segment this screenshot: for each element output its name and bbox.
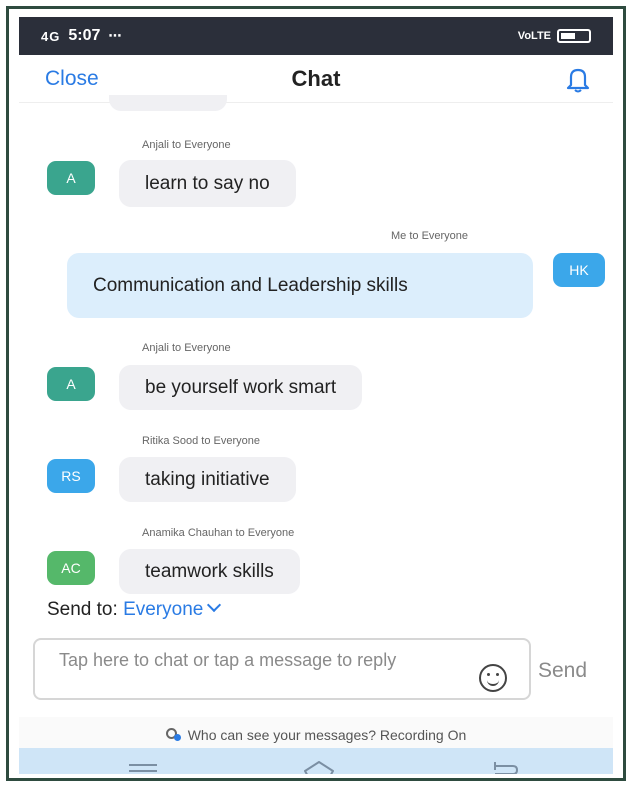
avatar: A [47,161,95,195]
emoji-icon[interactable] [479,664,507,692]
message-bubble[interactable]: Communication and Leadership skills [67,253,533,318]
message-bubble[interactable]: learn to say no [119,160,296,207]
message-sender: Me to Everyone [391,230,469,242]
message-bubble[interactable]: taking initiative [119,457,296,502]
notification-icons: ⋯ [108,28,123,43]
send-to-row: Send to: Everyone [47,597,222,621]
partial-message-bubble[interactable] [109,95,227,111]
message-sender: Ritika Sood to Everyone [142,435,261,447]
volte-icon: VoLTE [517,30,551,42]
menu-icon[interactable] [129,764,157,774]
status-bar: 4G 5:07 ⋯ VoLTE [19,17,613,55]
bell-icon[interactable] [563,65,593,93]
page-title: Chat [291,66,341,91]
battery-icon [557,29,591,43]
recipient-selector[interactable]: Everyone [123,597,222,620]
chat-message-list[interactable]: Anjali to Everyone A learn to say no Me … [19,95,613,599]
recipient-value: Everyone [123,599,204,620]
chat-input-box[interactable] [33,638,531,700]
chevron-down-icon [207,597,222,613]
status-time: 5:07 [68,27,101,44]
avatar: AC [47,551,95,585]
people-icon [165,728,182,742]
privacy-note-text: Who can see your messages? Recording On [187,727,467,743]
back-icon[interactable] [489,760,521,774]
message-sender: Anamika Chauhan to Everyone [142,527,295,539]
chat-input[interactable] [59,650,459,694]
message-sender: Anjali to Everyone [142,342,231,354]
screenshot-frame: 4G 5:07 ⋯ VoLTE Close Chat Anjali to Eve… [6,6,626,781]
signal-icon: 4G [41,28,61,44]
send-to-label: Send to: [47,599,118,620]
message-bubble[interactable]: teamwork skills [119,549,300,594]
message-bubble[interactable]: be yourself work smart [119,365,363,410]
message-sender: Anjali to Everyone [142,139,231,151]
avatar: HK [553,253,605,287]
home-icon[interactable] [301,758,337,774]
system-nav-bar [19,748,613,774]
avatar: RS [47,459,95,493]
avatar: A [47,367,95,401]
phone-screen: 4G 5:07 ⋯ VoLTE Close Chat Anjali to Eve… [19,17,613,774]
send-button[interactable]: Send [538,659,587,683]
